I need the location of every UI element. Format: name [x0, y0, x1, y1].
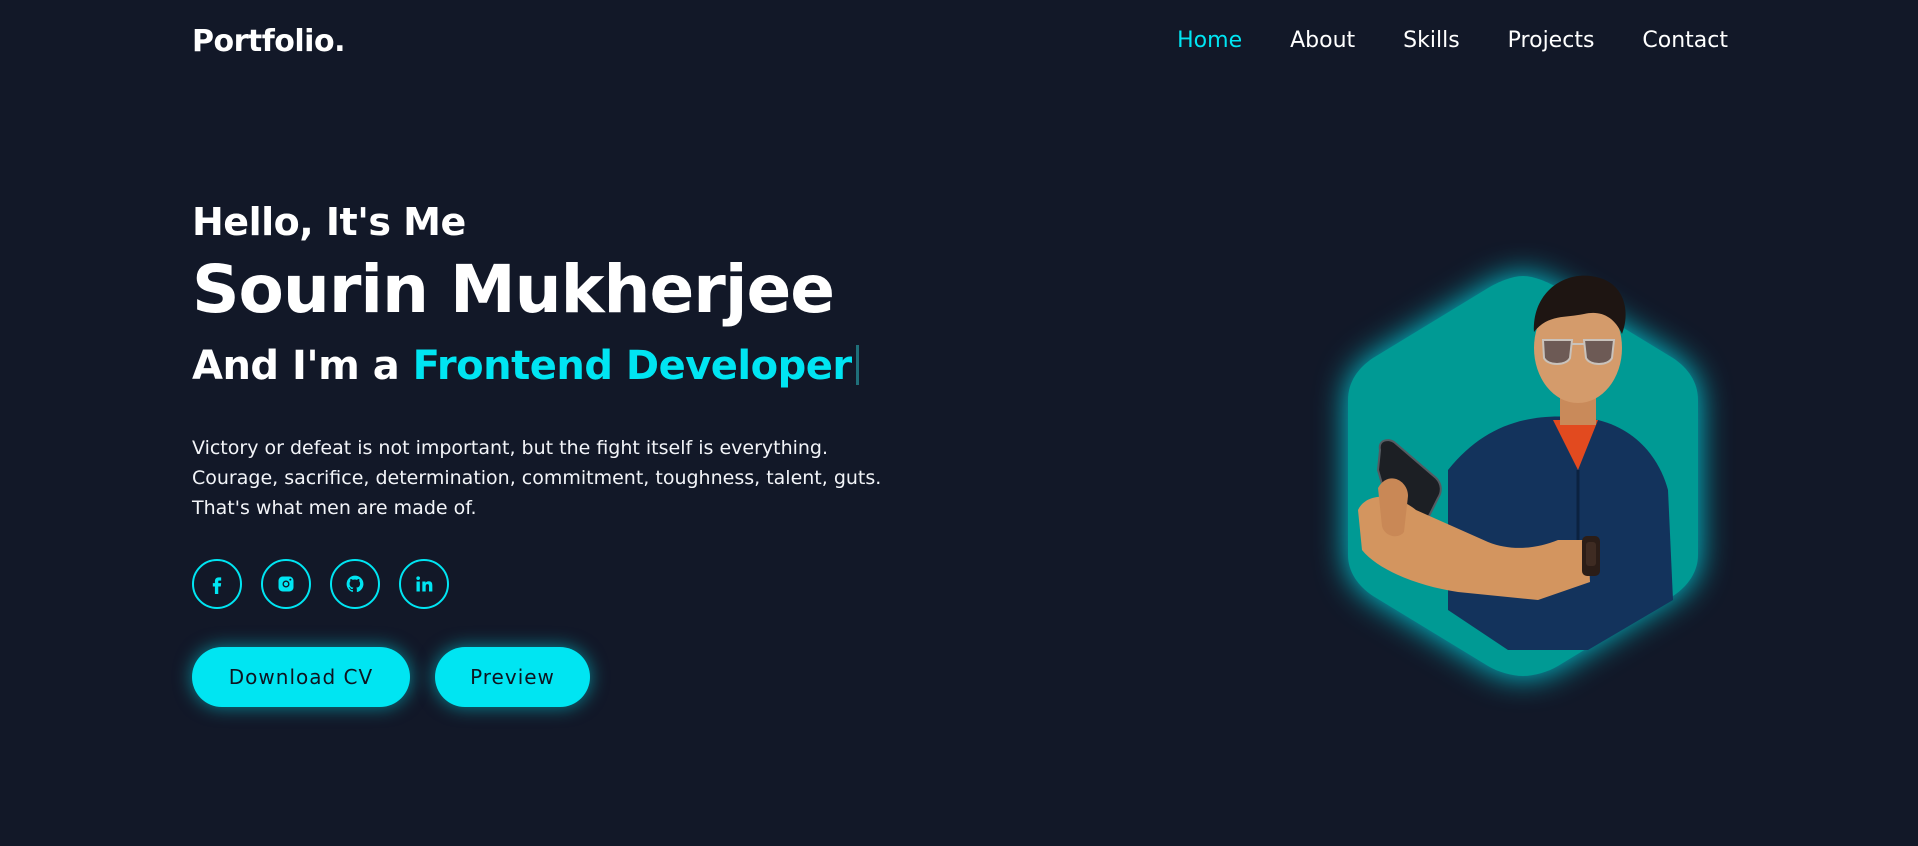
nav-home[interactable]: Home — [1177, 28, 1242, 53]
preview-button[interactable]: Preview — [435, 646, 590, 707]
nav-about[interactable]: About — [1290, 28, 1355, 53]
role-text: And I'm a Frontend Developer — [192, 343, 952, 389]
github-link[interactable] — [330, 558, 380, 609]
role-prefix: And I'm a — [192, 342, 400, 389]
linkedin-link[interactable] — [399, 558, 449, 609]
facebook-icon — [212, 576, 222, 594]
greeting-text: Hello, It's Me — [192, 200, 466, 244]
social-links — [192, 558, 952, 609]
facebook-link[interactable] — [192, 558, 242, 609]
bio-line: Victory or defeat is not important, but … — [192, 436, 829, 459]
bio-line: Courage, sacrifice, determination, commi… — [192, 466, 882, 489]
download-cv-button[interactable]: Download CV — [192, 646, 410, 707]
role-highlight: Frontend Developer — [412, 342, 852, 389]
instagram-icon — [278, 576, 294, 592]
profile-image-frame — [1338, 270, 1708, 680]
action-buttons: Download CV Preview — [192, 646, 952, 707]
main-nav: Home About Skills Projects Contact — [1129, 28, 1728, 53]
nav-skills[interactable]: Skills — [1403, 28, 1460, 53]
linkedin-icon — [416, 575, 433, 592]
nav-projects[interactable]: Projects — [1508, 28, 1595, 53]
bio-line: That's what men are made of. — [192, 496, 477, 519]
github-icon — [346, 575, 364, 592]
typing-cursor — [855, 344, 859, 385]
nav-contact[interactable]: Contact — [1642, 28, 1728, 53]
bio-paragraph: Victory or defeat is not important, but … — [192, 433, 952, 523]
person-name: Sourin Mukherjee — [192, 251, 835, 328]
profile-photo — [1358, 275, 1673, 650]
hero-section: Hello, It's Me Sourin Mukherjee And I'm … — [192, 200, 952, 707]
portfolio-page: Portfolio. Home About Skills Projects Co… — [0, 0, 1918, 846]
site-logo[interactable]: Portfolio. — [192, 24, 345, 59]
instagram-link[interactable] — [261, 558, 311, 609]
